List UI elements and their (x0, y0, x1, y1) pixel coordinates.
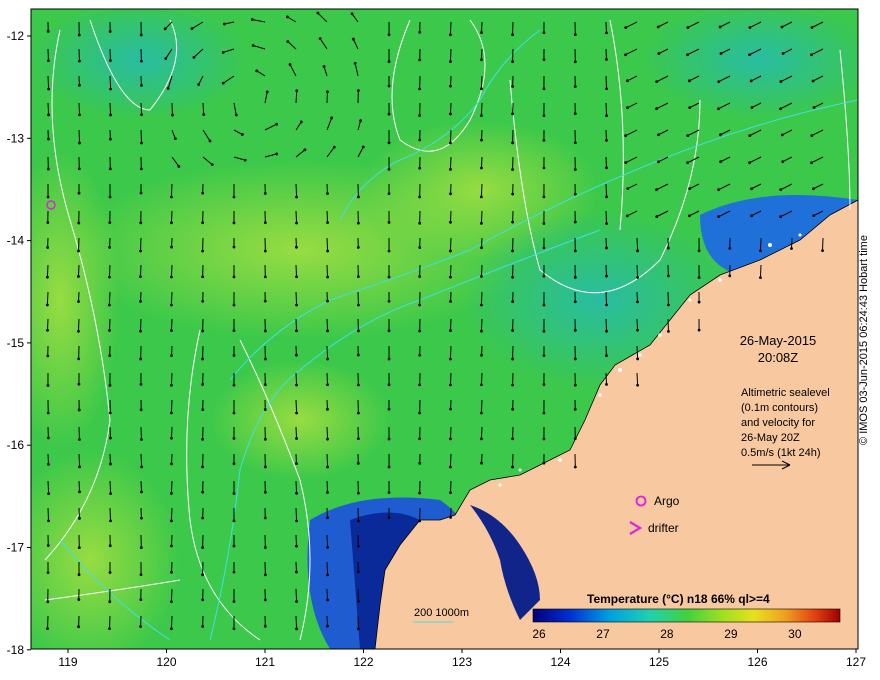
altimetry-legend-line: 0.5m/s (1kt 24h) (741, 447, 820, 459)
date-label: 26-May-2015 (740, 333, 817, 348)
longitude-tick-label: 123 (452, 655, 472, 669)
latitude-tick-label: -17 (7, 541, 25, 555)
colorbar-tick-label: 26 (532, 627, 546, 641)
latitude-tick-label: -15 (7, 336, 25, 350)
latitude-tick-label: -16 (7, 438, 25, 452)
cool-patch (640, 9, 858, 120)
latitude-tick-label: -13 (7, 131, 25, 145)
bathymetry-label: 200 1000m (414, 607, 469, 619)
warm-patch (31, 450, 180, 649)
longitude-tick-label: 120 (156, 655, 176, 669)
colorbar-title: Temperature (°C) n18 66% ql>=4 (587, 592, 770, 606)
argo-label: Argo (654, 494, 680, 508)
longitude-tick-label: 125 (649, 655, 669, 669)
longitude-tick-label: 122 (353, 655, 373, 669)
longitude-tick-label: 121 (255, 655, 275, 669)
longitude-tick-label: 124 (550, 655, 570, 669)
latitude-tick-label: -14 (7, 234, 25, 248)
colorbar-tick-label: 28 (660, 627, 674, 641)
longitude-tick-label: 127 (846, 655, 866, 669)
colorbar-tick-label: 30 (788, 627, 802, 641)
longitude-tick-label: 119 (58, 655, 77, 669)
latitude-tick-label: -12 (7, 29, 25, 43)
latitude-axis: -12 -13 -14 -15 -16 -17 -18 (7, 29, 31, 657)
cool-patch (31, 9, 250, 120)
drifter-label: drifter (648, 521, 679, 535)
colorbar (532, 608, 841, 623)
altimetry-legend-line: (0.1m contours) (741, 402, 818, 414)
credit-text: © IMOS 03-Jun-2015 06:24:43 Hobart time (858, 235, 870, 445)
colorbar-tick-label: 29 (724, 627, 738, 641)
latitude-tick-label: -18 (7, 643, 25, 657)
colorbar-tick-label: 27 (596, 627, 610, 641)
sst-map: 119 120 121 122 123 124 125 126 127 -12 -13 -14 -15… (7, 8, 866, 669)
longitude-tick-label: 126 (747, 655, 767, 669)
warm-patch (31, 150, 120, 450)
longitude-axis: 119 120 121 122 123 124 125 126 127 (58, 649, 866, 669)
altimetry-legend-line: 26-May 20Z (741, 432, 800, 444)
time-label: 20:08Z (758, 350, 799, 365)
altimetry-legend-line: and velocity for (741, 417, 815, 429)
altimetry-legend-line: Altimetric sealevel (741, 387, 830, 399)
warm-patch (210, 360, 390, 480)
